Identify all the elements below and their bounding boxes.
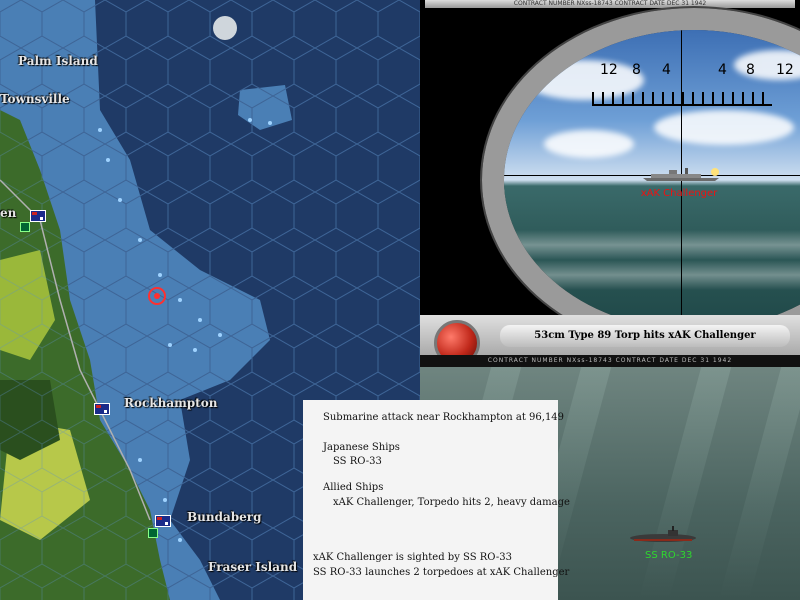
periscope-view-panel: CONTRACT NUMBER NXss-18743 CONTRACT DATE… (420, 0, 800, 315)
range-tick-label: 8 (746, 62, 755, 78)
report-log-line: xAK Challenger is sighted by SS RO-33 (313, 552, 512, 563)
wave-band (504, 260, 800, 290)
report-japanese-header: Japanese Ships (323, 442, 400, 453)
range-tick-label: 12 (776, 62, 794, 78)
cloud (544, 130, 634, 158)
light-ray (638, 367, 732, 600)
range-tick-label: 8 (632, 62, 641, 78)
town-label-palm-island[interactable]: Palm Island (18, 54, 98, 68)
range-tick-label: 12 (600, 62, 618, 78)
australia-flag-icon (30, 210, 46, 222)
target-ship-label: xAK Challenger (640, 188, 718, 199)
target-ship-icon (643, 168, 719, 181)
range-tick-label: 4 (662, 62, 671, 78)
australia-flag-icon (94, 403, 110, 415)
town-label-bundaberg[interactable]: Bundaberg (187, 510, 262, 524)
town-label-townsville[interactable]: Townsville (0, 92, 70, 106)
town-label-fraser-island[interactable]: Fraser Island (208, 560, 297, 574)
submarine-icon (630, 526, 696, 542)
town-label-partial[interactable]: en (0, 206, 16, 220)
town-label-rockhampton[interactable]: Rockhampton (124, 396, 217, 410)
report-log-line: SS RO-33 launches 2 torpedoes at xAK Cha… (313, 567, 570, 578)
range-tick-label: 4 (718, 62, 727, 78)
combat-message: 53cm Type 89 Torp hits xAK Challenger (500, 325, 790, 347)
australia-flag-icon (155, 515, 171, 527)
submarine-label: SS RO-33 (645, 550, 693, 561)
contract-strip: CONTRACT NUMBER NXss-18743 CONTRACT DATE… (425, 0, 795, 8)
report-japanese-ship: SS RO-33 (333, 456, 382, 467)
cloud (654, 110, 794, 145)
combat-report: Submarine attack near Rockhampton at 96,… (303, 400, 570, 600)
contract-strip: CONTRACT NUMBER NXss-18743 CONTRACT DATE… (420, 355, 800, 367)
base-icon (20, 222, 30, 232)
report-headline: Submarine attack near Rockhampton at 96,… (323, 412, 565, 423)
wave-band (504, 230, 800, 260)
report-allied-header: Allied Ships (323, 482, 384, 493)
base-icon (148, 528, 158, 538)
light-ray (718, 367, 800, 600)
range-scale (592, 92, 772, 106)
combat-message-bar: 53cm Type 89 Torp hits xAK Challenger CO… (420, 315, 800, 367)
report-allied-ship: xAK Challenger, Torpedo hits 2, heavy da… (333, 497, 570, 508)
periscope-lens: 12 8 4 4 8 12 xAK Challenger (482, 8, 800, 315)
